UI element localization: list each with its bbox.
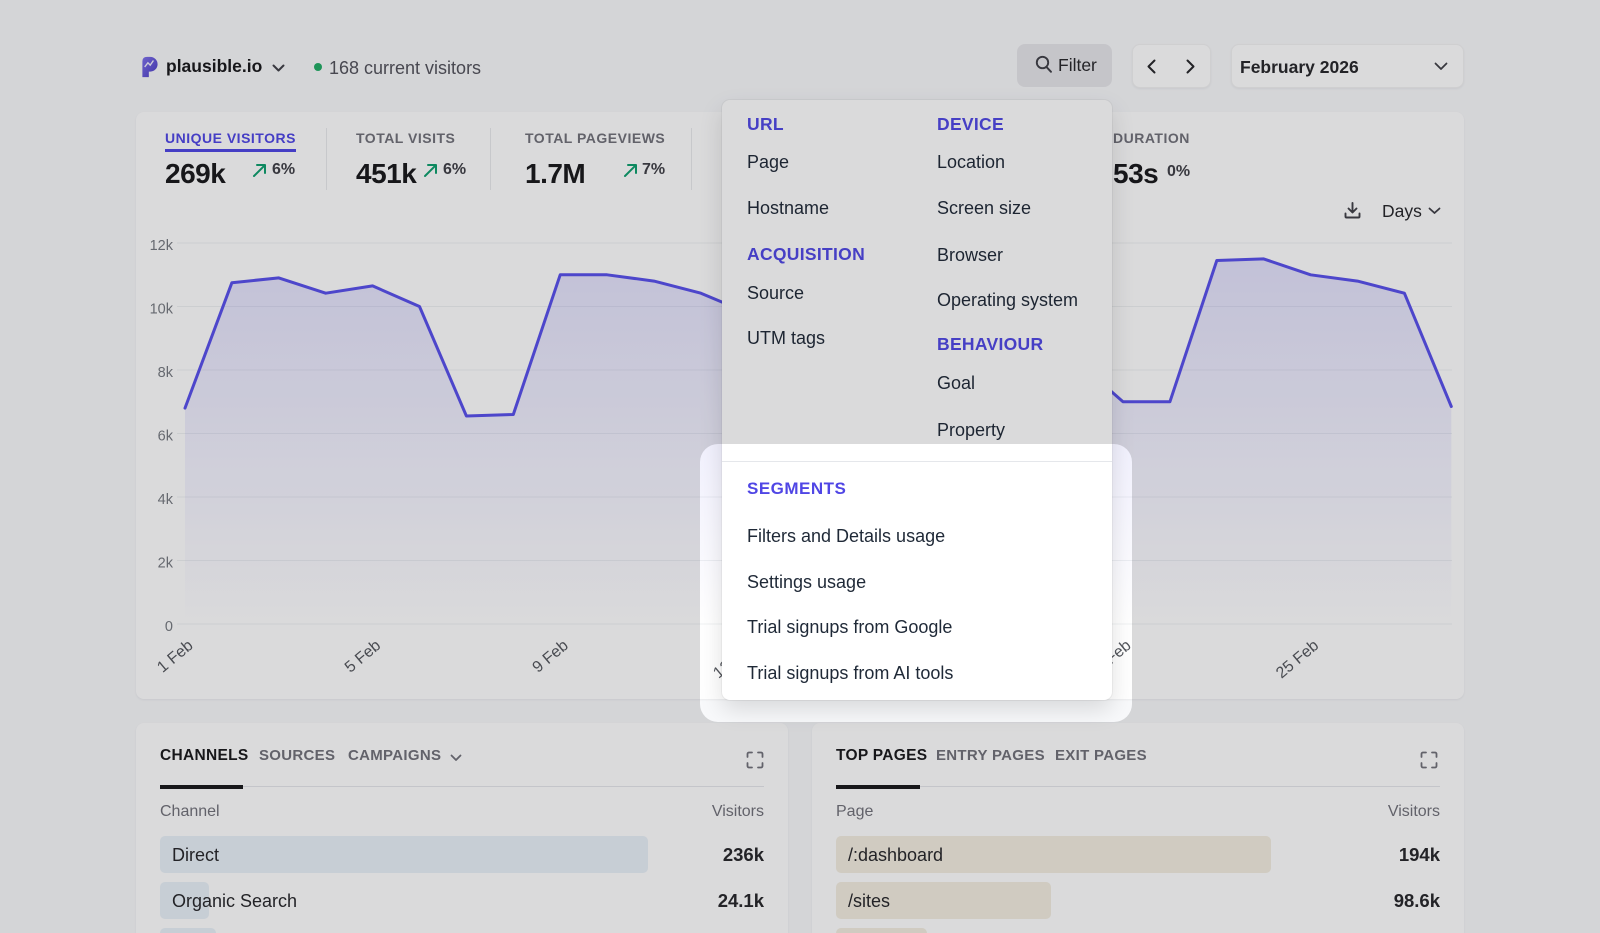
svg-text:2k: 2k (158, 556, 174, 572)
svg-text:4k: 4k (158, 492, 174, 508)
svg-text:5 Feb: 5 Feb (342, 637, 384, 676)
svg-text:0: 0 (165, 619, 173, 635)
svg-text:1 Feb: 1 Feb (154, 637, 196, 676)
svg-text:12k: 12k (150, 238, 174, 254)
svg-text:9 Feb: 9 Feb (529, 637, 571, 676)
svg-text:6k: 6k (158, 429, 174, 445)
svg-text:8k: 8k (158, 365, 174, 381)
svg-text:10k: 10k (150, 302, 174, 318)
svg-text:25 Feb: 25 Feb (1273, 637, 1322, 682)
